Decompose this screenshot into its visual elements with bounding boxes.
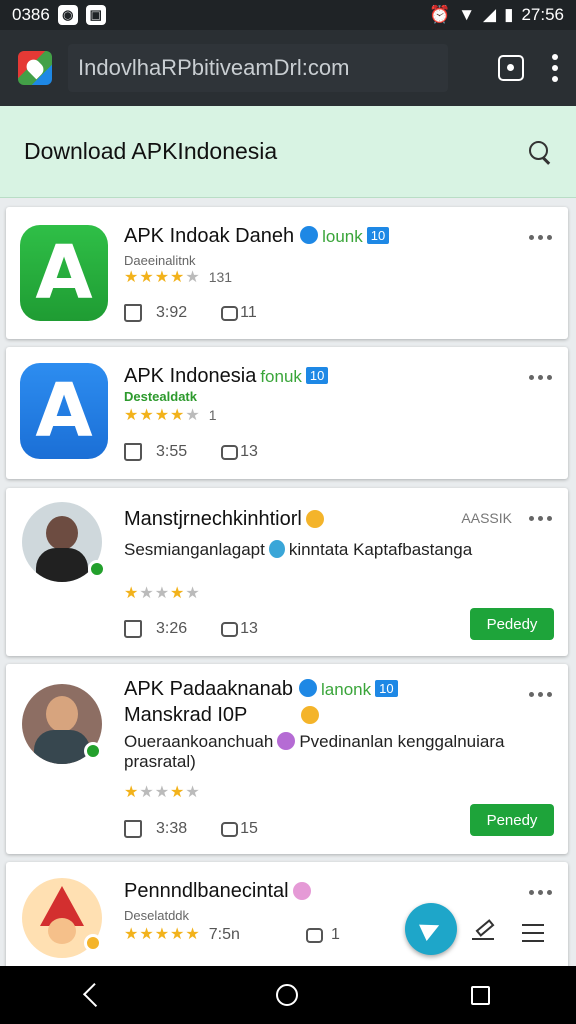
app-icon: A [20, 363, 108, 459]
back-icon[interactable] [82, 982, 107, 1008]
item-title: Manstjrnechkinhtiorl [124, 508, 328, 531]
page-header: Download APKIndonesia [0, 106, 576, 198]
star-rating: ★★★★★ [124, 784, 201, 801]
app-notification-icon: ▣ [85, 5, 106, 25]
item-meta: 1 [306, 926, 340, 944]
more-icon[interactable] [529, 375, 552, 380]
comment-icon[interactable] [221, 305, 239, 321]
list-item[interactable]: Manstjrnechkinhtiorl AASSIK Sesmianganla… [6, 488, 568, 656]
list-item[interactable]: Pennndlbanecintal Deselatddk ★★★★★ 7:5n 1 [6, 862, 568, 972]
list-item[interactable]: A APK Indoak Daneh lounk 10 Daeeinalitnk ★… [6, 207, 568, 339]
url-field[interactable]: IndovlhaRPbitiveamDrl:com [68, 44, 448, 92]
alarm-icon: ⏰ [429, 5, 451, 24]
home-icon[interactable] [275, 984, 298, 1006]
item-meta: 3:55 13 [124, 443, 258, 461]
item-meta: 3:26 13 [124, 620, 258, 638]
item-meta: 3:38 15 [124, 820, 258, 838]
item-description: Oueraankoanchuah Pvedinanlan kenggalnuiar… [124, 732, 505, 771]
list-item[interactable]: APK Padaaknanab lanonk 10 Manskrad I0P Oue… [6, 664, 568, 854]
item-subtitle: Destealdatk [124, 389, 197, 404]
online-status-icon [84, 742, 102, 760]
more-icon[interactable] [529, 890, 552, 895]
action-button[interactable]: Pededy [470, 608, 554, 640]
comment-icon[interactable] [221, 821, 239, 837]
comment-icon[interactable] [221, 444, 239, 460]
battery-icon: ▮ [504, 5, 514, 24]
emoji-icon [301, 706, 320, 724]
item-title: Pennndlbanecintal [124, 880, 315, 903]
tabs-button[interactable] [498, 55, 524, 81]
list-item[interactable]: A APK Indonesia fonuk 10 Destealdatk ★★★★★… [6, 347, 568, 479]
status-time-left: 0386 [12, 5, 50, 24]
ad-label: AASSIK [461, 510, 512, 526]
item-title-secondary: Manskrad I0P [124, 704, 323, 727]
verified-icon [300, 226, 319, 244]
star-rating: ★★★★★ 1 [124, 407, 217, 424]
comment-icon[interactable] [306, 927, 323, 943]
item-title: APK Indonesia fonuk 10 [124, 365, 329, 388]
wifi-icon: ▼ [458, 5, 476, 24]
more-icon[interactable] [529, 516, 552, 521]
search-icon[interactable] [528, 140, 552, 164]
online-status-icon [88, 560, 106, 578]
status-icon [84, 934, 102, 952]
item-title: APK Indoak Daneh lounk 10 [124, 225, 390, 248]
thumb-up-icon[interactable] [124, 304, 142, 322]
verified-icon [299, 679, 318, 697]
item-meta: 3:92 11 [124, 304, 257, 322]
status-time-right: 27:56 [521, 5, 564, 24]
emoji-icon [268, 540, 285, 558]
page-title: Download APKIndonesia [24, 138, 278, 164]
action-button[interactable]: Penedy [470, 804, 554, 836]
app-icon: A [20, 225, 108, 321]
item-title: APK Padaaknanab lanonk 10 [124, 678, 398, 701]
star-rating: ★★★★★ 131 [124, 269, 233, 286]
send-icon[interactable] [405, 903, 457, 955]
star-rating: ★★★★★ [124, 585, 201, 602]
thumb-up-icon[interactable] [124, 620, 142, 638]
notification-icon: ◉ [57, 5, 78, 25]
item-subtitle: Daeeinalitnk [124, 253, 196, 268]
more-icon[interactable] [529, 692, 552, 697]
browser-menu-button[interactable] [552, 54, 558, 82]
comment-icon[interactable] [221, 621, 239, 637]
list-icon[interactable] [522, 924, 544, 942]
item-description: Sesmianganlagapt kinntata Kaptafbastanga [124, 540, 473, 559]
thumb-up-icon[interactable] [124, 820, 142, 838]
edit-icon[interactable] [472, 922, 494, 940]
site-favicon-icon [18, 51, 52, 85]
status-bar: 0386 ◉ ▣ ⏰ ▼ ◢ ▮ 27:56 [0, 0, 576, 30]
emoji-icon [305, 510, 324, 528]
more-icon[interactable] [529, 235, 552, 240]
recents-icon[interactable] [470, 985, 490, 1005]
signal-icon: ◢ [483, 5, 497, 24]
emoji-icon [277, 732, 296, 750]
thumb-up-icon[interactable] [124, 443, 142, 461]
browser-toolbar: IndovlhaRPbitiveamDrl:com [0, 30, 576, 106]
star-rating: ★★★★★ 7:5n [124, 926, 240, 943]
navigation-bar [0, 966, 576, 1024]
emoji-icon [292, 882, 311, 900]
item-subtitle: Deselatddk [124, 908, 190, 923]
